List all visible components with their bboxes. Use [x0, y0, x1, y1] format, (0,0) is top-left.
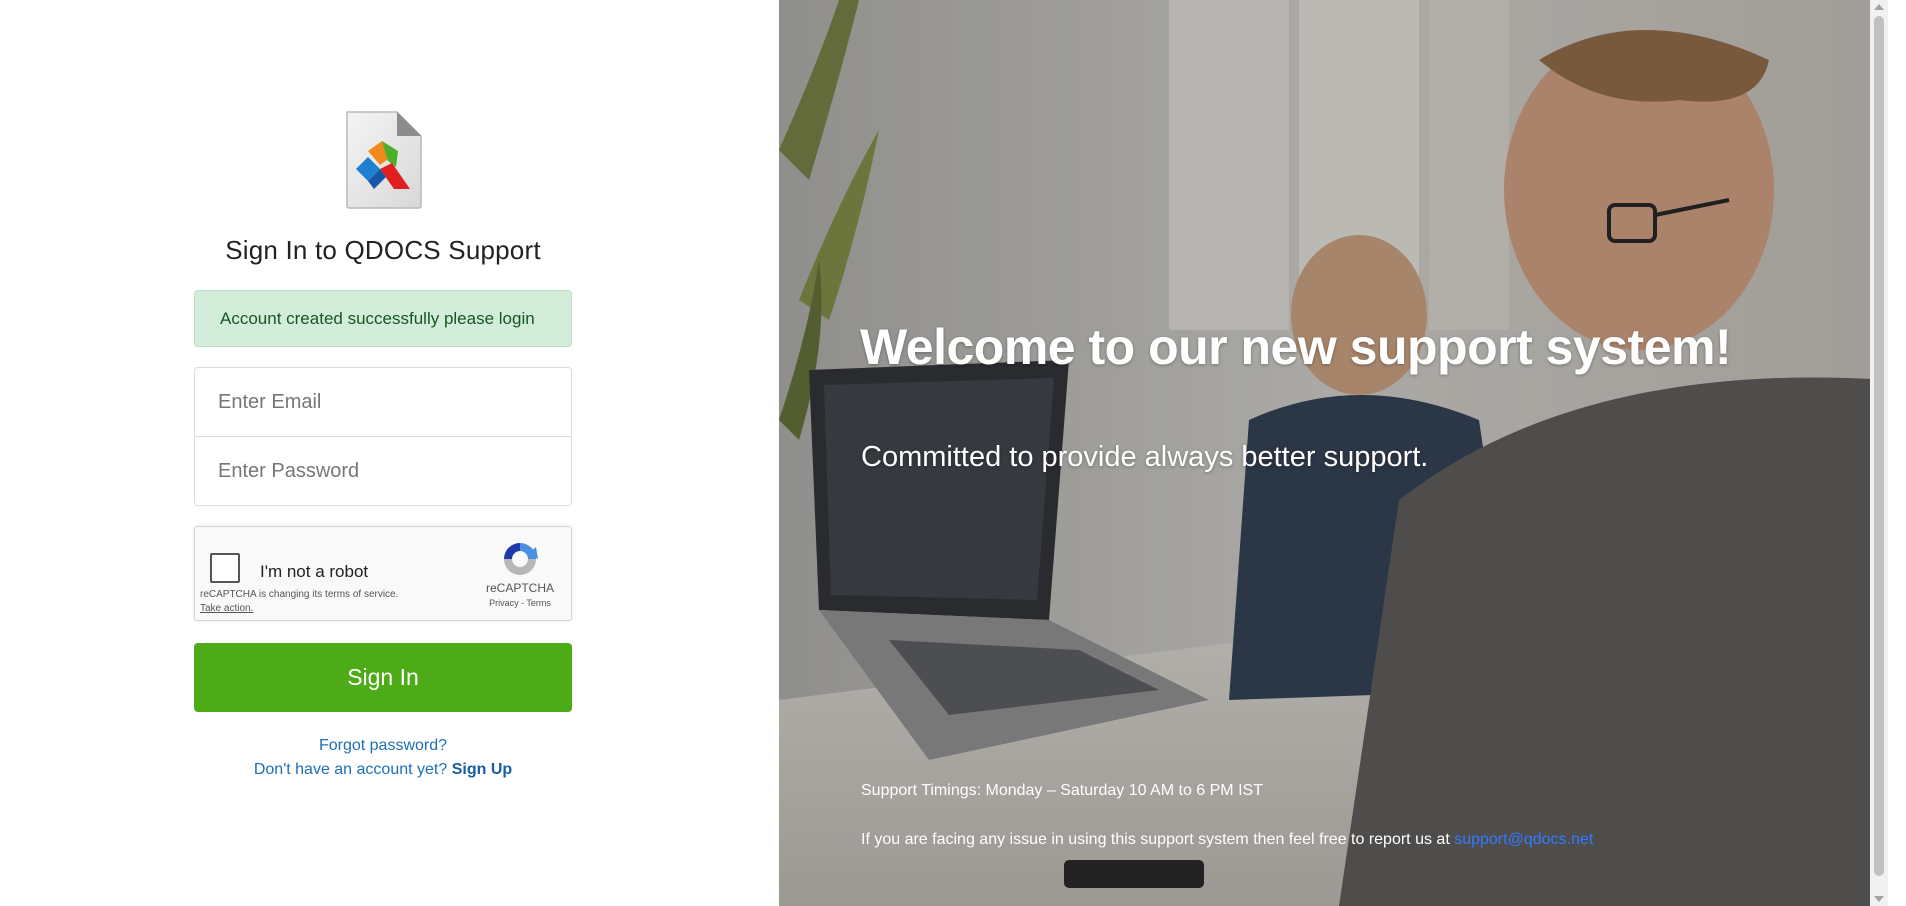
- recaptcha-notice-text: reCAPTCHA is changing its terms of servi…: [200, 589, 399, 600]
- page: Sign In to QDOCS Support Account created…: [0, 0, 1906, 906]
- signup-prompt: Don't have an account yet? Sign Up: [194, 758, 572, 782]
- scroll-down-arrow-icon[interactable]: [1874, 896, 1884, 902]
- credentials-group: [194, 367, 572, 506]
- forgot-password-link[interactable]: Forgot password?: [319, 737, 447, 754]
- recaptcha-checkbox[interactable]: [210, 553, 240, 583]
- report-text: If you are facing any issue in using thi…: [861, 831, 1455, 848]
- vertical-scrollbar[interactable]: [1870, 0, 1888, 906]
- scroll-up-arrow-icon[interactable]: [1874, 4, 1884, 10]
- qdocs-logo-icon: [346, 111, 422, 209]
- recaptcha-widget: I'm not a robot reCAPTCHA is changing it…: [194, 526, 572, 621]
- hero-panel: Welcome to our new support system! Commi…: [779, 0, 1888, 906]
- support-timings: Support Timings: Monday – Saturday 10 AM…: [861, 782, 1263, 799]
- no-account-text: Don't have an account yet?: [253, 761, 452, 778]
- login-panel: Sign In to QDOCS Support Account created…: [0, 0, 779, 906]
- page-title: Sign In to QDOCS Support: [225, 235, 541, 265]
- sign-in-button[interactable]: Sign In: [194, 643, 572, 712]
- hero-title: Welcome to our new support system!: [860, 319, 1732, 375]
- auth-links: Forgot password? Don't have an account y…: [194, 734, 572, 782]
- recaptcha-privacy-terms[interactable]: Privacy - Terms: [483, 598, 557, 608]
- recaptcha-notice: reCAPTCHA is changing its terms of servi…: [200, 588, 398, 616]
- recaptcha-brand: reCAPTCHA: [485, 581, 554, 595]
- support-email-link[interactable]: support@qdocs.net: [1454, 831, 1593, 848]
- sign-up-link[interactable]: Sign Up: [452, 761, 512, 778]
- email-input[interactable]: [195, 368, 571, 436]
- report-issue-text: If you are facing any issue in using thi…: [861, 831, 1593, 849]
- recaptcha-icon: [504, 543, 538, 575]
- password-input[interactable]: [195, 437, 571, 505]
- recaptcha-take-action-link[interactable]: Take action.: [200, 602, 398, 616]
- login-box: Sign In to QDOCS Support Account created…: [194, 111, 572, 782]
- recaptcha-logo: reCAPTCHA Privacy - Terms: [483, 539, 557, 608]
- success-alert: Account created successfully please logi…: [194, 290, 572, 347]
- scrollbar-thumb[interactable]: [1874, 16, 1884, 876]
- recaptcha-label: I'm not a robot: [260, 562, 369, 581]
- hero-subtitle: Committed to provide always better suppo…: [861, 441, 1429, 473]
